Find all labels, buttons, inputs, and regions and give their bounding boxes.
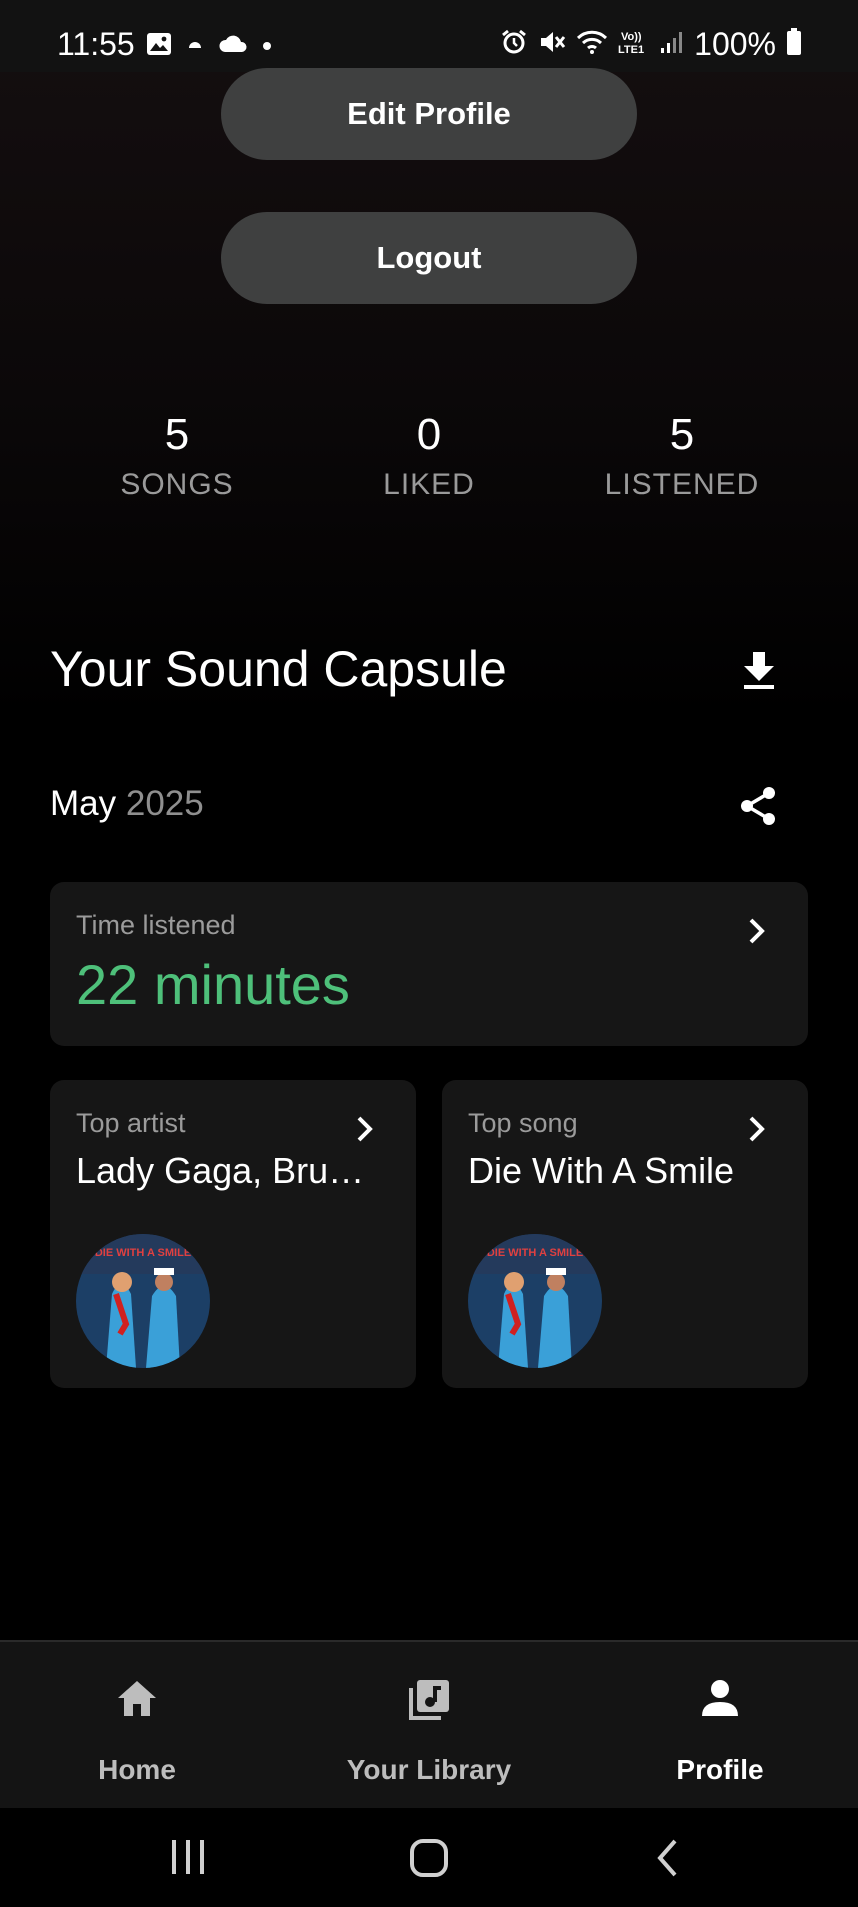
chevron-right-icon [746,1114,768,1149]
time-listened-card[interactable]: Time listened 22 minutes [50,882,808,1046]
stat-label: SONGS [120,468,234,501]
stat-value: 5 [164,410,190,459]
nav-profile-label: Profile [676,1754,764,1785]
volte-icon: Vo)) LTE1 [618,28,650,61]
logout-button[interactable]: Logout [221,212,637,304]
artist-cover-image: DIE WITH A SMILE [76,1234,210,1368]
chevron-right-icon [746,916,768,951]
time-listened-value: 22 minutes [76,953,350,1016]
status-bar: 11:55 Vo)) LTE1 100% [0,0,858,72]
profile-icon [698,1678,742,1723]
library-icon [407,1678,451,1727]
top-song-card[interactable]: Top song Die With A Smile DIE WITH A SMI… [442,1080,808,1388]
share-icon[interactable] [737,784,779,833]
stat-label: LIKED [383,468,475,501]
home-button-icon[interactable] [409,1838,449,1883]
nav-home-label: Home [98,1754,176,1785]
download-icon[interactable] [740,650,778,695]
status-time: 11:55 [57,26,135,62]
svg-text:LTE1: LTE1 [618,44,644,56]
top-song-label: Top song [468,1108,578,1138]
home-icon [115,1678,159,1723]
cloud-icon [218,34,248,59]
battery-percent: 100% [694,26,776,62]
mute-icon [538,28,566,61]
capsule-month: May 2025 [50,784,204,824]
month-year: 2025 [125,784,204,823]
svg-text:DIE WITH A SMILE: DIE WITH A SMILE [95,1247,191,1259]
svg-text:DIE WITH A SMILE: DIE WITH A SMILE [487,1247,583,1259]
nav-home[interactable]: Home [7,1642,267,1810]
image-icon [146,32,172,61]
weather-icon [186,36,204,57]
stat-label: LISTENED [604,468,760,501]
signal-icon [660,30,684,59]
alarm-icon [500,28,528,61]
top-artist-label: Top artist [76,1108,186,1138]
song-cover-image: DIE WITH A SMILE [468,1234,602,1368]
stat-listened: 5 LISTENED [572,410,792,502]
chevron-right-icon [354,1114,376,1149]
edit-profile-button[interactable]: Edit Profile [221,68,637,160]
time-listened-label: Time listened [76,910,236,940]
top-song-name: Die With A Smile [468,1150,735,1191]
sound-capsule-title: Your Sound Capsule [50,641,507,697]
stat-value: 5 [669,410,695,459]
stat-songs: 5 SONGS [67,410,287,502]
status-right-icons: Vo)) LTE1 100% [500,26,802,63]
bottom-nav: Home Your Library Profile [0,1640,858,1810]
top-artist-card[interactable]: Top artist Lady Gaga, Bruno Mars DIE WIT… [50,1080,416,1388]
dot-icon [262,38,272,56]
system-nav-bar [0,1808,858,1907]
month-name: May [50,784,117,823]
recent-apps-icon[interactable] [170,1838,206,1881]
svg-text:Vo)): Vo)) [621,31,642,43]
nav-profile[interactable]: Profile [590,1642,850,1810]
battery-icon [786,28,802,61]
stat-liked: 0 LIKED [319,410,539,502]
stat-value: 0 [416,410,442,459]
status-left-icons [146,32,272,61]
nav-library[interactable]: Your Library [299,1642,559,1810]
top-artist-name: Lady Gaga, Bruno Mars [76,1150,376,1191]
wifi-icon [576,29,608,60]
nav-library-label: Your Library [346,1754,512,1785]
back-icon[interactable] [655,1838,681,1883]
